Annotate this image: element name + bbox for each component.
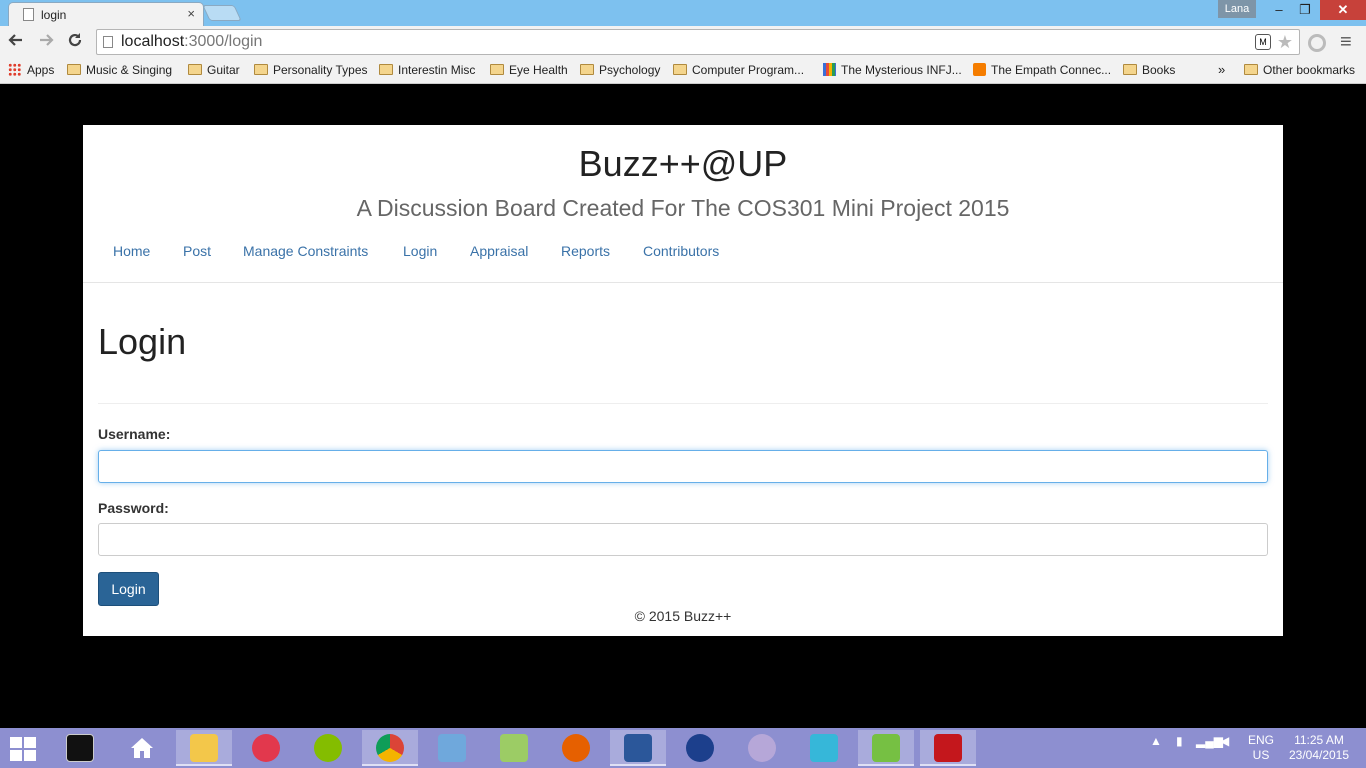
- itunes-icon[interactable]: [238, 730, 294, 766]
- page-container: Buzz++@UP A Discussion Board Created For…: [83, 125, 1283, 636]
- bookmark-star-icon[interactable]: ★: [1277, 30, 1293, 54]
- username-input[interactable]: [98, 450, 1268, 483]
- folder-icon: [188, 64, 202, 75]
- folder-icon: [673, 64, 687, 75]
- acrobat-icon[interactable]: [920, 730, 976, 766]
- cmd-icon[interactable]: [52, 730, 108, 766]
- page-icon: [23, 8, 34, 21]
- nav-home[interactable]: Home: [113, 243, 150, 259]
- bookmarks-overflow-chevron[interactable]: »: [1218, 62, 1225, 77]
- bookmark-books[interactable]: Books: [1123, 63, 1175, 77]
- clock-time: 11:25 AM: [1294, 733, 1344, 747]
- firefox-icon[interactable]: [548, 730, 604, 766]
- pidgin-icon[interactable]: [734, 730, 790, 766]
- reload-icon[interactable]: [63, 31, 87, 55]
- nav-post[interactable]: Post: [183, 243, 211, 259]
- password-input[interactable]: [98, 523, 1268, 556]
- bookmark-guitar[interactable]: Guitar: [188, 63, 240, 77]
- spotify-icon[interactable]: [300, 730, 356, 766]
- bookmark-music-singing[interactable]: Music & Singing: [67, 63, 172, 77]
- nav-contributors[interactable]: Contributors: [643, 243, 719, 259]
- browser-titlebar: login × Lana ‒ ❐ ✕: [0, 0, 1366, 26]
- folder-icon: [1123, 64, 1137, 75]
- tab-title: login: [41, 8, 67, 22]
- home-icon[interactable]: [114, 730, 170, 766]
- new-tab-button[interactable]: [202, 5, 242, 21]
- visual-studio-icon[interactable]: [796, 730, 852, 766]
- profile-badge[interactable]: Lana: [1218, 0, 1256, 18]
- forward-arrow-icon[interactable]: [34, 31, 58, 55]
- other-bookmarks[interactable]: Other bookmarks: [1244, 63, 1355, 77]
- nav-appraisal[interactable]: Appraisal: [470, 243, 528, 259]
- bookmark-psychology[interactable]: Psychology: [580, 63, 660, 77]
- bookmark-eye-health[interactable]: Eye Health: [490, 63, 568, 77]
- password-label: Password:: [98, 500, 169, 516]
- nav-reports[interactable]: Reports: [561, 243, 610, 259]
- notepad-plus-plus-icon[interactable]: [486, 730, 542, 766]
- heading-divider: [98, 403, 1268, 404]
- page-title: Login: [98, 321, 187, 362]
- chrome-icon[interactable]: [362, 730, 418, 766]
- audacity-icon[interactable]: [672, 730, 728, 766]
- bookmark-apps[interactable]: Apps: [8, 63, 54, 77]
- apps-grid-icon: [8, 63, 21, 76]
- clock-date: 23/04/2015: [1288, 748, 1350, 762]
- volume-icon[interactable]: ◀: [1220, 734, 1229, 748]
- close-window-button[interactable]: ✕: [1320, 0, 1366, 20]
- bookmark-personality-types[interactable]: Personality Types: [254, 63, 368, 77]
- address-bar[interactable]: localhost:3000/login M ★: [96, 29, 1300, 55]
- virtualbox-icon[interactable]: [424, 730, 480, 766]
- bookmark-computer-program[interactable]: Computer Program...: [673, 63, 804, 77]
- region-code: US: [1252, 748, 1270, 762]
- login-button[interactable]: Login: [98, 572, 159, 606]
- close-tab-icon[interactable]: ×: [187, 6, 195, 21]
- browser-tab[interactable]: login ×: [8, 2, 204, 26]
- system-clock[interactable]: 11:25 AM 23/04/2015: [1284, 733, 1354, 763]
- nav-manage-constraints[interactable]: Manage Constraints: [243, 243, 368, 259]
- url-host: localhost: [121, 33, 185, 50]
- windows-start-icon[interactable]: [10, 737, 36, 761]
- windows-taskbar: ▲ ▮ ▂▄▆ ◀ ENG US 11:25 AM 23/04/2015: [0, 728, 1366, 768]
- language-indicator[interactable]: ENG US: [1248, 733, 1274, 763]
- battery-icon[interactable]: ▮: [1176, 734, 1183, 748]
- grid-site-icon: [823, 63, 836, 76]
- node-icon[interactable]: [858, 730, 914, 766]
- minimize-button[interactable]: ‒: [1266, 0, 1292, 20]
- chrome-menu-icon[interactable]: ≡: [1340, 31, 1352, 54]
- word-icon[interactable]: [610, 730, 666, 766]
- back-arrow-icon[interactable]: [4, 31, 28, 55]
- url-path: :3000/login: [184, 33, 263, 50]
- browser-toolbar: localhost:3000/login M ★ ≡: [0, 26, 1366, 59]
- username-label: Username:: [98, 426, 171, 442]
- page-icon: [103, 36, 113, 48]
- language-code: ENG: [1248, 733, 1275, 747]
- footer-copyright: © 2015 Buzz++: [634, 608, 732, 624]
- folder-icon: [1244, 64, 1258, 75]
- extension-circle-icon[interactable]: [1308, 34, 1326, 52]
- folder-icon: [379, 64, 393, 75]
- folder-icon: [67, 64, 81, 75]
- folder-icon: [254, 64, 268, 75]
- nav-login[interactable]: Login: [403, 243, 437, 259]
- site-subtitle: A Discussion Board Created For The COS30…: [356, 195, 1010, 221]
- folder-icon: [580, 64, 594, 75]
- bookmarks-bar: Apps Music & Singing Guitar Personality …: [0, 59, 1366, 84]
- site-title: Buzz++@UP: [578, 143, 788, 184]
- bookmark-interestin-misc[interactable]: Interestin Misc: [379, 63, 475, 77]
- extension-icon[interactable]: M: [1255, 34, 1271, 50]
- maximize-button[interactable]: ❐: [1292, 0, 1318, 20]
- bookmark-empath-connect[interactable]: The Empath Connec...: [973, 63, 1111, 77]
- blogger-icon: [973, 63, 986, 76]
- bookmark-mysterious-infj[interactable]: The Mysterious INFJ...: [823, 63, 962, 77]
- tray-overflow-icon[interactable]: ▲: [1150, 734, 1162, 748]
- file-explorer-icon[interactable]: [176, 730, 232, 766]
- folder-icon: [490, 64, 504, 75]
- nav-divider: [83, 282, 1283, 283]
- network-icon[interactable]: ▂▄▆: [1196, 734, 1223, 748]
